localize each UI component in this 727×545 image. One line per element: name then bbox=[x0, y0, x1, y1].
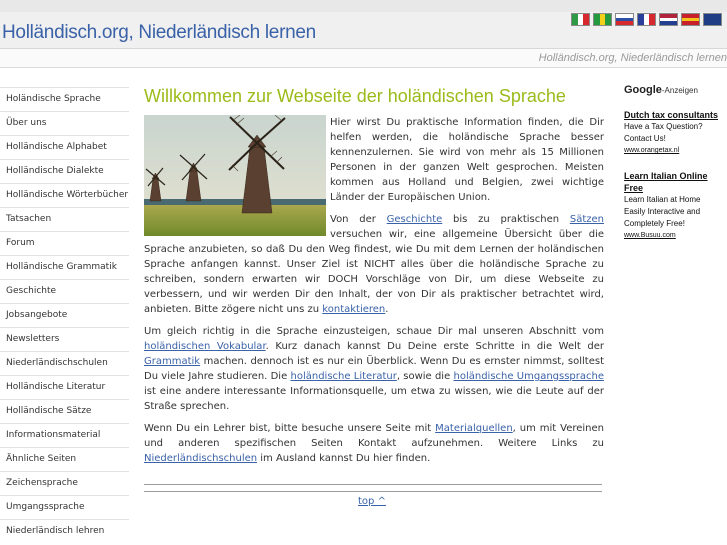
sidebar-item[interactable]: Tatsachen bbox=[0, 207, 129, 231]
ad-list: Dutch tax consultants Have a Tax Question… bbox=[624, 109, 724, 242]
main-content: Willkommen zur Webseite der holändischen… bbox=[144, 85, 604, 473]
sidebar-item[interactable]: Zeichensprache bbox=[0, 471, 129, 495]
sidebar-item[interactable]: Forum bbox=[0, 231, 129, 255]
sidebar-item[interactable]: Über uns bbox=[0, 111, 129, 135]
site-subtitle: Holländisch.org, Niederländisch lernen bbox=[538, 52, 727, 64]
flag-france-icon[interactable] bbox=[637, 13, 656, 26]
flag-netherlands-icon[interactable] bbox=[659, 13, 678, 26]
ad-text: Have a Tax Question? bbox=[624, 122, 703, 131]
ad-text: Contact Us! bbox=[624, 134, 666, 143]
link-vokabular[interactable]: holändischen Vokabular bbox=[144, 341, 266, 352]
flag-spain-icon[interactable] bbox=[681, 13, 700, 26]
sidebar-item[interactable]: Informationsmaterial bbox=[0, 423, 129, 447]
intro-paragraph: Hier wirst Du praktische Information fin… bbox=[144, 115, 604, 236]
language-flags bbox=[571, 13, 722, 26]
flag-uk-icon[interactable] bbox=[703, 13, 722, 26]
text: . Kurz danach kannst Du Deine erste Schr… bbox=[265, 341, 604, 352]
link-umgangssprache[interactable]: holändische Umgangssprache bbox=[454, 371, 605, 382]
text: Um gleich richtig in die Sprache einzust… bbox=[144, 326, 604, 337]
text: bis zu praktischen bbox=[442, 214, 570, 225]
back-to-top-link[interactable]: top ^ bbox=[358, 496, 386, 507]
sidebar-item[interactable]: Holändische Sprache bbox=[0, 87, 129, 111]
google-ads: Google-Anzeigen Dutch tax consultants Hav… bbox=[624, 84, 724, 242]
link-kontaktieren[interactable]: kontaktieren bbox=[322, 304, 385, 315]
ad-title-link[interactable]: Learn Italian Online Free bbox=[624, 170, 724, 194]
teacher-paragraph: Wenn Du ein Lehrer bist, bitte besuche u… bbox=[144, 421, 604, 466]
divider-top bbox=[144, 484, 602, 485]
ad-title-link[interactable]: Dutch tax consultants bbox=[624, 109, 724, 121]
flag-italy-icon[interactable] bbox=[571, 13, 590, 26]
article-body: Hier wirst Du praktische Information fin… bbox=[144, 115, 604, 466]
page-title: Willkommen zur Webseite der holändischen… bbox=[144, 86, 566, 106]
text: versuchen wir, eine allgemeine Übersicht… bbox=[144, 229, 604, 315]
sidebar-item[interactable]: Niederländischschulen bbox=[0, 351, 129, 375]
text: Von der bbox=[330, 214, 387, 225]
link-niederlaendischschulen[interactable]: Niederländischschulen bbox=[144, 453, 257, 464]
ad-url-link[interactable]: www.orangetax.nl bbox=[624, 145, 724, 157]
ad-text: Easily Interactive and bbox=[624, 207, 701, 216]
flag-russia-icon[interactable] bbox=[615, 13, 634, 26]
flag-brazil-icon[interactable] bbox=[593, 13, 612, 26]
link-geschichte[interactable]: Geschichte bbox=[387, 214, 443, 225]
ads-header: Google-Anzeigen bbox=[624, 84, 724, 96]
ad-text: Completely Free! bbox=[624, 219, 685, 228]
ads-label: -Anzeigen bbox=[661, 86, 698, 95]
text: im Ausland kannst Du hier finden. bbox=[257, 453, 431, 464]
sidebar-item[interactable]: Geschichte bbox=[0, 279, 129, 303]
sidebar-item[interactable]: Newsletters bbox=[0, 327, 129, 351]
sidebar-item[interactable]: Umgangssprache bbox=[0, 495, 129, 519]
ad-block: Learn Italian Online Free Learn Italian a… bbox=[624, 170, 724, 242]
sidebar-item[interactable]: Holländische Sätze bbox=[0, 399, 129, 423]
link-saetzen[interactable]: Sätzen bbox=[570, 214, 604, 225]
sidebar-item[interactable]: Holländische Alphabet bbox=[0, 135, 129, 159]
sidebar-nav: Holändische Sprache Über uns Holländische … bbox=[0, 87, 129, 543]
text: ist eine andere interessante Information… bbox=[144, 386, 604, 412]
intro-text: Hier wirst Du praktische Information fin… bbox=[330, 117, 604, 203]
link-materialquellen[interactable]: Materialquellen bbox=[435, 423, 513, 434]
link-literatur[interactable]: holändische Literatur bbox=[291, 371, 397, 382]
sidebar-item[interactable]: Holländische Grammatik bbox=[0, 255, 129, 279]
ad-url-link[interactable]: www.Busuu.com bbox=[624, 230, 724, 242]
text: Wenn Du ein Lehrer bist, bitte besuche u… bbox=[144, 423, 436, 434]
sidebar-item[interactable]: Niederländisch lehren bbox=[0, 519, 129, 543]
site-title[interactable]: Holländisch.org, Niederländisch lernen bbox=[2, 22, 316, 44]
google-logo: Google bbox=[624, 84, 662, 96]
windmills-photo bbox=[144, 115, 326, 236]
sidebar-item[interactable]: Holländische Literatur bbox=[0, 375, 129, 399]
ad-block: Dutch tax consultants Have a Tax Question… bbox=[624, 109, 724, 157]
start-paragraph: Um gleich richtig in die Sprache einzust… bbox=[144, 324, 604, 414]
divider-bottom bbox=[144, 491, 602, 492]
link-grammatik[interactable]: Grammatik bbox=[144, 356, 200, 367]
ad-text: Learn Italian at Home bbox=[624, 195, 701, 204]
sidebar-item[interactable]: Jobsangebote bbox=[0, 303, 129, 327]
sidebar-item[interactable]: Holländische Dialekte bbox=[0, 159, 129, 183]
sidebar-item[interactable]: Holländische Wörterbücher bbox=[0, 183, 129, 207]
sidebar-item[interactable]: Ähnliche Seiten bbox=[0, 447, 129, 471]
text: , sowie die bbox=[396, 371, 454, 382]
text: . bbox=[385, 304, 389, 315]
top-bar bbox=[0, 0, 727, 12]
